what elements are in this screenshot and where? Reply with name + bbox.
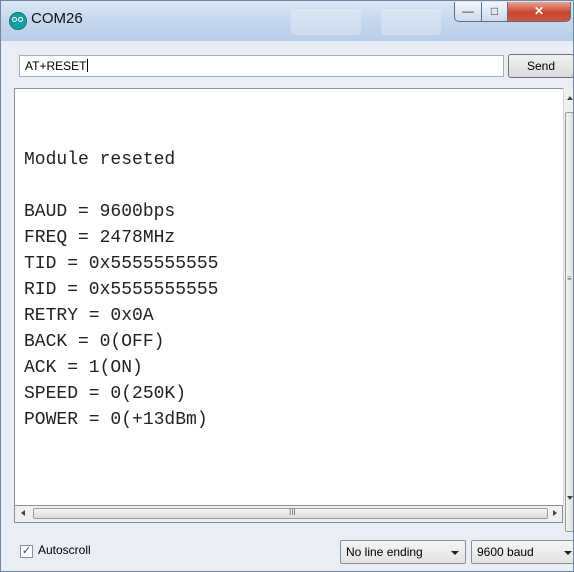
command-input-value: AT+RESET bbox=[25, 59, 87, 73]
scroll-down-icon[interactable] bbox=[567, 496, 573, 500]
arduino-icon bbox=[9, 12, 27, 30]
serial-output[interactable]: Module reseted BAUD = 9600bps FREQ = 2478… bbox=[14, 88, 563, 506]
scroll-up-icon[interactable] bbox=[567, 96, 573, 100]
minimize-button[interactable]: — bbox=[454, 2, 482, 22]
baud-rate-value: 9600 baud bbox=[477, 545, 534, 559]
grip-icon: ≡ bbox=[567, 274, 572, 283]
vertical-scroll-thumb[interactable] bbox=[565, 112, 573, 532]
output-line: BAUD = 9600bps bbox=[24, 202, 176, 222]
output-line: POWER = 0(+13dBm) bbox=[24, 410, 208, 430]
output-line: BACK = 0(OFF) bbox=[24, 332, 165, 352]
grip-icon: III bbox=[289, 508, 296, 517]
title-bar-glass bbox=[291, 9, 361, 35]
vertical-scrollbar[interactable]: ≡ bbox=[563, 88, 573, 532]
output-line: Module reseted bbox=[24, 150, 176, 170]
autoscroll-checkbox[interactable]: ✓ bbox=[20, 545, 33, 558]
scroll-left-icon[interactable] bbox=[21, 510, 25, 516]
line-ending-select[interactable]: No line ending bbox=[340, 540, 466, 564]
autoscroll-label: Autoscroll bbox=[38, 543, 91, 557]
line-ending-value: No line ending bbox=[346, 545, 423, 559]
output-line: SPEED = 0(250K) bbox=[24, 384, 187, 404]
command-input[interactable]: AT+RESET bbox=[19, 55, 504, 77]
close-button[interactable]: ✕ bbox=[507, 2, 571, 22]
window-title: COM26 bbox=[31, 10, 83, 27]
horizontal-scrollbar[interactable]: III bbox=[14, 506, 563, 523]
output-line: RID = 0x5555555555 bbox=[24, 280, 219, 300]
serial-output-text: Module reseted BAUD = 9600bps FREQ = 2478… bbox=[24, 121, 218, 433]
title-bar[interactable]: COM26 — □ ✕ bbox=[1, 1, 573, 41]
output-line: RETRY = 0x0A bbox=[24, 306, 154, 326]
chevron-down-icon bbox=[564, 551, 572, 555]
baud-rate-select[interactable]: 9600 baud bbox=[471, 540, 573, 564]
serial-monitor-window: COM26 — □ ✕ AT+RESET Send Module reseted… bbox=[0, 0, 574, 572]
output-line: TID = 0x5555555555 bbox=[24, 254, 219, 274]
scroll-right-icon[interactable] bbox=[553, 510, 557, 516]
output-line: FREQ = 2478MHz bbox=[24, 228, 176, 248]
text-caret bbox=[87, 59, 89, 72]
checkmark-icon: ✓ bbox=[21, 545, 32, 557]
maximize-button[interactable]: □ bbox=[481, 2, 508, 22]
send-button[interactable]: Send bbox=[508, 54, 573, 78]
title-bar-glass bbox=[381, 9, 441, 35]
output-line: ACK = 1(ON) bbox=[24, 358, 143, 378]
chevron-down-icon bbox=[451, 551, 459, 555]
